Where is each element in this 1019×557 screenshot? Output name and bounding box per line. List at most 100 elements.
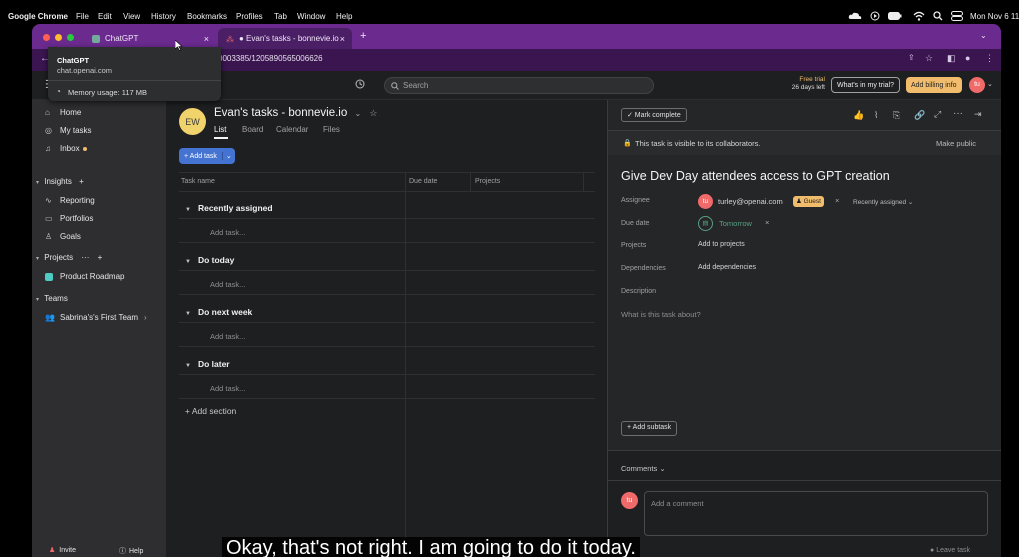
tab-close-icon[interactable]: × bbox=[204, 34, 209, 44]
sidebar-item-home[interactable]: ⌂ Home bbox=[45, 108, 81, 117]
remove-assignee-icon[interactable]: × bbox=[835, 196, 839, 205]
subtasks-icon[interactable]: ⎘ bbox=[893, 110, 900, 121]
whats-in-trial-button[interactable]: What's in my trial? bbox=[831, 77, 900, 93]
bookmark-star-icon[interactable]: ☆ bbox=[925, 53, 933, 64]
menu-file[interactable]: File bbox=[76, 12, 89, 21]
tab-search-chevron-icon[interactable]: ⌄ bbox=[980, 31, 987, 40]
profile-icon[interactable]: ● bbox=[965, 53, 970, 63]
project-title[interactable]: Evan's tasks - bonnevie.io ⌄ ☆ bbox=[214, 107, 377, 119]
collapse-caret-icon[interactable]: ▼ bbox=[185, 311, 191, 317]
column-due-date[interactable]: Due date bbox=[409, 178, 437, 185]
recently-assigned-dropdown[interactable]: Recently assigned ⌄ bbox=[853, 198, 913, 206]
sidebar-item-team[interactable]: 👥 Sabrina's's First Team › bbox=[45, 313, 147, 322]
sidebar-item-portfolios[interactable]: ▭ Portfolios bbox=[45, 214, 93, 223]
sidebar-item-inbox[interactable]: ♫ Inbox bbox=[45, 144, 87, 153]
spotlight-search-icon[interactable] bbox=[933, 11, 943, 21]
menu-window[interactable]: Window bbox=[297, 12, 325, 21]
assignee-avatar[interactable]: tu bbox=[698, 194, 713, 209]
tab-board[interactable]: Board bbox=[242, 125, 263, 134]
menu-edit[interactable]: Edit bbox=[98, 12, 112, 21]
insights-header[interactable]: ▾ Insights + bbox=[36, 177, 84, 186]
sidebar-item-my-tasks[interactable]: ◎ My tasks bbox=[45, 126, 92, 135]
add-task-inline[interactable]: Add task... bbox=[210, 332, 245, 341]
projects-header[interactable]: ▾ Projects ··· + bbox=[36, 253, 102, 262]
more-actions-icon[interactable]: ··· bbox=[953, 108, 963, 119]
section-header[interactable]: ▼ Do next week bbox=[185, 307, 252, 317]
menubar-app-name[interactable]: Google Chrome bbox=[8, 12, 68, 21]
teams-header[interactable]: ▾ Teams bbox=[36, 294, 68, 303]
menu-history[interactable]: History bbox=[151, 12, 176, 21]
address-bar[interactable]: 0003385/1205890565006626 bbox=[218, 54, 323, 63]
close-pane-icon[interactable]: ⇥ bbox=[974, 109, 982, 120]
make-public-button[interactable]: Make public bbox=[936, 139, 976, 148]
section-header[interactable]: ▼ Do later bbox=[185, 359, 230, 369]
like-thumbs-up-icon[interactable]: 👍 bbox=[853, 110, 864, 121]
new-tab-button[interactable]: + bbox=[360, 30, 366, 42]
help-button[interactable]: ⓘ Help bbox=[119, 546, 143, 556]
history-clock-icon[interactable] bbox=[355, 79, 365, 89]
column-task-name[interactable]: Task name bbox=[181, 178, 215, 185]
section-header[interactable]: ▼ Do today bbox=[185, 255, 234, 265]
description-input[interactable]: What is this task about? bbox=[621, 310, 701, 319]
browser-tab-chatgpt[interactable]: ChatGPT × bbox=[84, 28, 216, 49]
more-options-icon[interactable]: ··· bbox=[81, 253, 89, 262]
menu-tab[interactable]: Tab bbox=[274, 12, 287, 21]
tab-files[interactable]: Files bbox=[323, 125, 340, 134]
collapse-caret-icon[interactable]: ▼ bbox=[185, 207, 191, 213]
section-header[interactable]: ▼ Recently assigned bbox=[185, 203, 273, 213]
comment-input[interactable]: Add a comment bbox=[644, 491, 988, 536]
control-center-icon[interactable] bbox=[951, 11, 963, 21]
wifi-icon[interactable] bbox=[913, 11, 925, 21]
calendar-icon[interactable]: ▤ bbox=[698, 216, 713, 231]
share-icon[interactable]: ⇪ bbox=[908, 53, 915, 62]
copy-link-icon[interactable]: 🔗 bbox=[914, 110, 925, 121]
browser-tab-asana[interactable]: ⁂ ● Evan's tasks - bonnevie.io × bbox=[218, 28, 352, 49]
leave-task-button[interactable]: ● Leave task bbox=[930, 547, 970, 554]
menubar-clock[interactable]: Mon Nov 6 11 bbox=[970, 12, 1019, 21]
user-avatar[interactable]: tu bbox=[969, 77, 985, 93]
add-section-button[interactable]: + Add section bbox=[185, 406, 236, 416]
sidebar-item-reporting[interactable]: ∿ Reporting bbox=[45, 196, 95, 205]
add-task-dropdown-icon[interactable]: ⌄ bbox=[221, 152, 235, 160]
play-circle-icon[interactable] bbox=[870, 11, 880, 21]
mark-complete-button[interactable]: ✓ Mark complete bbox=[621, 108, 687, 122]
add-task-inline[interactable]: Add task... bbox=[210, 280, 245, 289]
minimize-window-button[interactable] bbox=[55, 34, 62, 41]
menu-help[interactable]: Help bbox=[336, 12, 352, 21]
expand-fullscreen-icon[interactable]: ⤢ bbox=[934, 109, 941, 120]
due-date-value[interactable]: Tomorrow bbox=[719, 219, 752, 228]
tab-calendar[interactable]: Calendar bbox=[276, 125, 308, 134]
menu-bookmarks[interactable]: Bookmarks bbox=[187, 12, 227, 21]
add-insight-icon[interactable]: + bbox=[79, 177, 84, 186]
add-task-inline[interactable]: Add task... bbox=[210, 228, 245, 237]
add-subtask-button[interactable]: + Add subtask bbox=[621, 421, 678, 436]
close-window-button[interactable] bbox=[43, 34, 50, 41]
sidebar-item-goals[interactable]: ♙ Goals bbox=[45, 232, 81, 241]
invite-button[interactable]: ♟ Invite bbox=[49, 546, 76, 555]
chrome-menu-icon[interactable]: ⋮ bbox=[985, 53, 994, 64]
favorite-star-icon[interactable]: ☆ bbox=[369, 108, 377, 118]
project-avatar[interactable]: EW bbox=[179, 108, 206, 135]
add-task-inline[interactable]: Add task... bbox=[210, 384, 245, 393]
cloud-icon[interactable] bbox=[848, 11, 862, 20]
collapse-caret-icon[interactable]: ▼ bbox=[185, 259, 191, 265]
menu-view[interactable]: View bbox=[123, 12, 140, 21]
battery-icon[interactable] bbox=[888, 12, 902, 20]
column-projects[interactable]: Projects bbox=[475, 178, 500, 185]
add-billing-button[interactable]: Add billing info bbox=[906, 77, 962, 93]
tab-list[interactable]: List bbox=[214, 125, 226, 134]
zoom-window-button[interactable] bbox=[67, 34, 74, 41]
tab-close-icon[interactable]: × bbox=[340, 34, 345, 44]
account-chevron-icon[interactable]: ⌄ bbox=[987, 80, 993, 88]
assignee-email[interactable]: turley@openai.com bbox=[718, 197, 783, 206]
attachment-paperclip-icon[interactable]: ⌇ bbox=[874, 110, 878, 121]
task-title[interactable]: Give Dev Day attendees access to GPT cre… bbox=[621, 169, 890, 183]
side-panel-icon[interactable]: ◧ bbox=[947, 53, 956, 64]
add-to-projects[interactable]: Add to projects bbox=[698, 241, 745, 248]
search-input[interactable]: Search bbox=[384, 77, 654, 94]
comments-header[interactable]: Comments ⌄ bbox=[621, 464, 666, 473]
add-project-icon[interactable]: + bbox=[98, 253, 103, 262]
add-dependencies[interactable]: Add dependencies bbox=[698, 264, 756, 271]
add-task-button[interactable]: + Add task ⌄ bbox=[179, 148, 235, 164]
title-chevron-down-icon[interactable]: ⌄ bbox=[354, 109, 361, 118]
